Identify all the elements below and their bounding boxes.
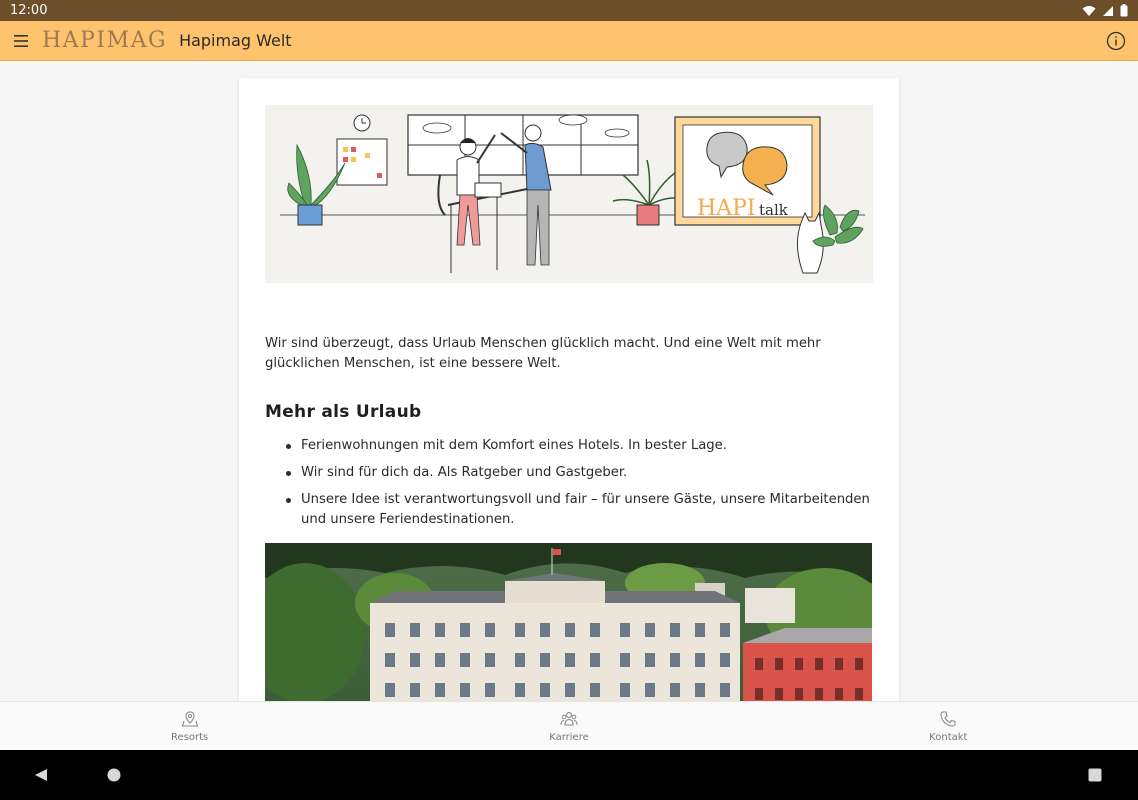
people-icon	[560, 711, 578, 726]
hotel-building-image	[265, 543, 872, 701]
info-button[interactable]	[1104, 29, 1128, 53]
recents-icon[interactable]	[1088, 768, 1102, 782]
menu-button[interactable]	[10, 30, 32, 52]
office-illustration: HAPI talk	[280, 114, 865, 274]
status-bar: 12:00	[0, 0, 1138, 21]
intro-text: Wir sind überzeugt, dass Urlaub Menschen…	[265, 336, 821, 371]
system-navigation-bar	[0, 750, 1138, 800]
nav-resorts-label: Resorts	[171, 731, 209, 743]
back-icon[interactable]	[34, 768, 48, 782]
status-time: 12:00	[10, 3, 48, 18]
hapimag-logo: HAPIMAG	[42, 28, 168, 53]
hapitalk-illustration: HAPI talk	[265, 105, 873, 283]
section-title: Mehr als Urlaub	[265, 402, 422, 422]
status-icons	[1082, 4, 1128, 17]
nav-karriere[interactable]: Karriere	[379, 702, 758, 750]
talk-text: talk	[759, 201, 789, 219]
resort-photo	[265, 543, 872, 701]
home-icon[interactable]	[107, 768, 121, 782]
list-item: Ferienwohnungen mit dem Komfort eines Ho…	[265, 436, 873, 456]
list-item: Wir sind für dich da. Als Ratgeber und G…	[265, 463, 873, 483]
hapi-text: HAPI	[697, 196, 756, 221]
app-bar: HAPIMAG Hapimag Welt	[0, 21, 1138, 61]
map-pin-icon	[181, 710, 198, 727]
hamburger-icon	[14, 34, 28, 47]
page-title: Hapimag Welt	[179, 31, 292, 50]
info-icon	[1106, 31, 1126, 50]
bottom-navigation: Resorts Karriere Kontakt	[0, 701, 1138, 750]
nav-karriere-label: Karriere	[549, 731, 589, 743]
content-area[interactable]: HAPI talk Wir sind überzeugt, dass Urlau…	[0, 61, 1138, 701]
phone-icon	[940, 710, 956, 727]
list-item: Unsere Idee ist verantwortungsvoll und f…	[265, 490, 873, 530]
content-card: HAPI talk Wir sind überzeugt, dass Urlau…	[239, 78, 899, 701]
battery-icon	[1120, 4, 1128, 17]
nav-resorts[interactable]: Resorts	[0, 702, 379, 750]
wifi-icon	[1082, 5, 1096, 16]
nav-kontakt-label: Kontakt	[929, 731, 968, 743]
feature-list: Ferienwohnungen mit dem Komfort eines Ho…	[265, 436, 873, 537]
signal-icon	[1103, 5, 1113, 16]
nav-kontakt[interactable]: Kontakt	[759, 702, 1138, 750]
